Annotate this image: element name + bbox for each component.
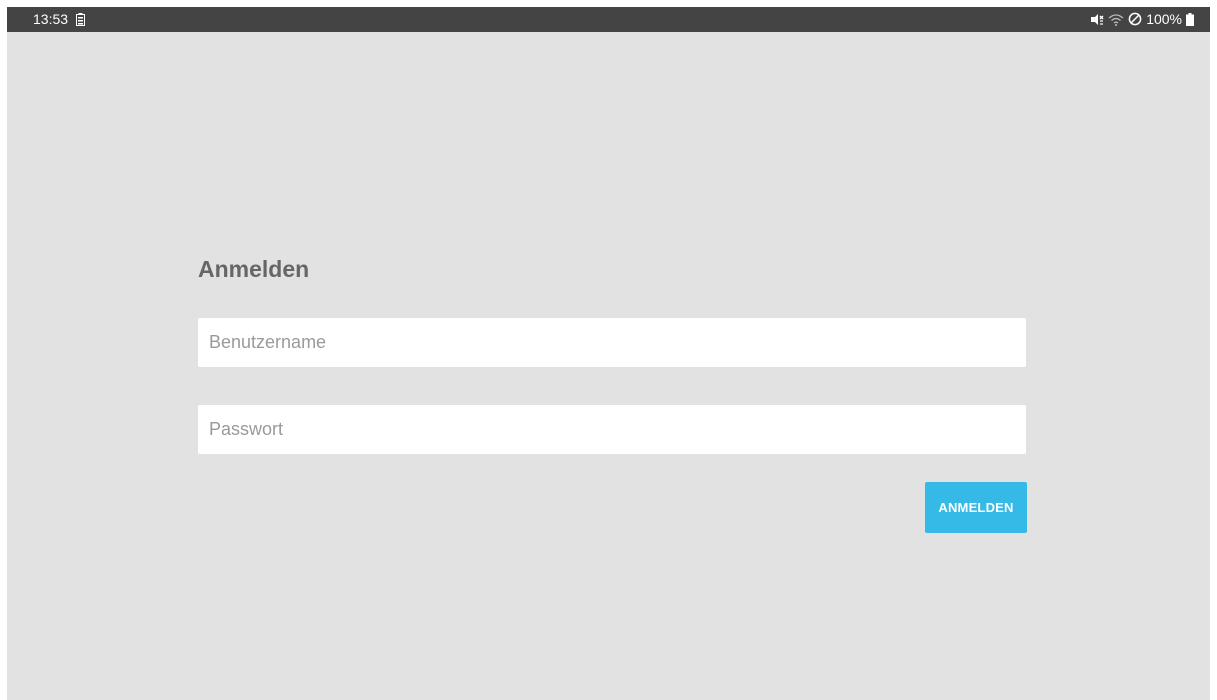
login-title: Anmelden [198, 256, 310, 282]
wifi-icon [1108, 13, 1124, 26]
mute-vibrate-icon [1090, 13, 1104, 26]
battery-icon [1186, 12, 1194, 26]
password-input[interactable] [198, 405, 1026, 454]
do-not-disturb-icon [1128, 12, 1142, 26]
battery-saver-icon [76, 12, 86, 26]
app-screen: 13:53 100% Anmelden Benutzername ANMELDE… [7, 7, 1210, 700]
status-time: 13:53 [33, 11, 69, 27]
status-bar-right: 100% [1090, 11, 1194, 27]
login-button[interactable]: ANMELDEN [925, 482, 1027, 533]
status-bar: 13:53 100% [7, 7, 1210, 32]
username-input[interactable] [198, 318, 1026, 367]
status-bar-left: 13:53 [33, 11, 86, 27]
battery-percent: 100% [1146, 11, 1182, 27]
